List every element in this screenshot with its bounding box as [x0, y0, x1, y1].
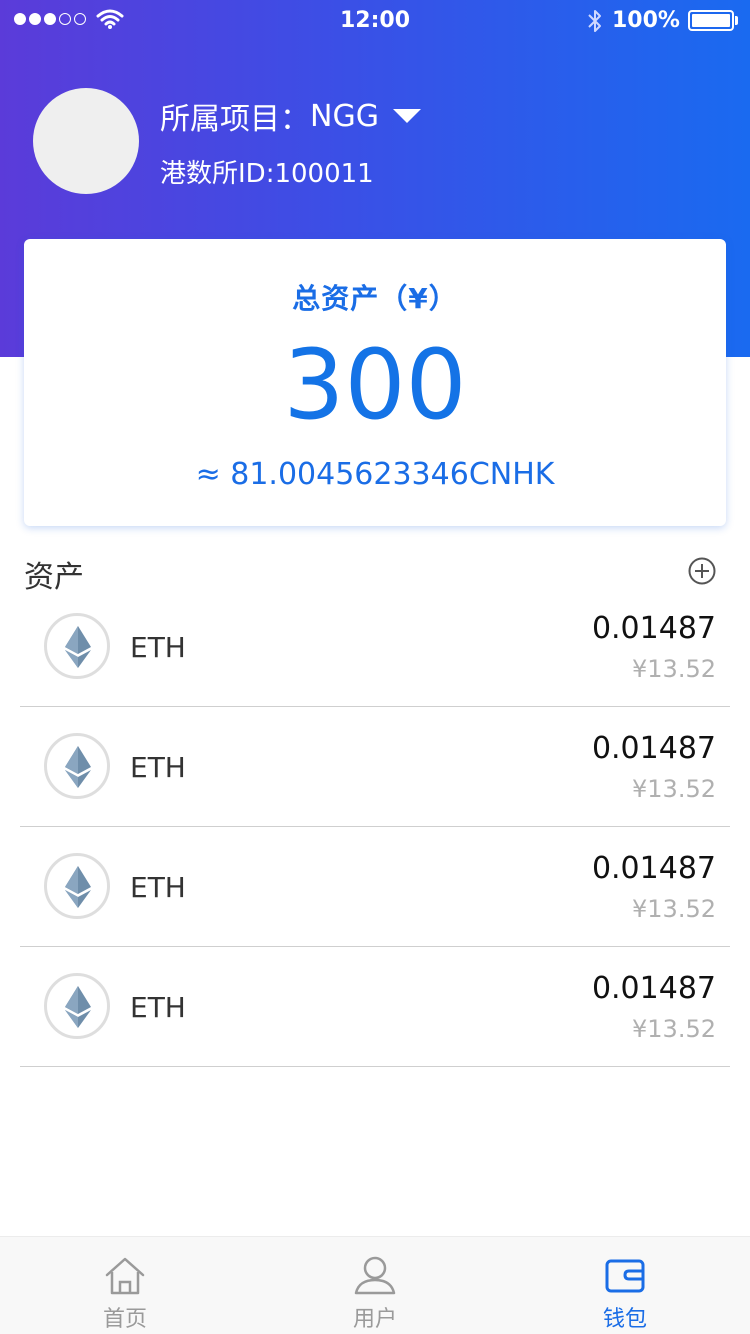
tab-wallet[interactable]: 钱包: [500, 1237, 750, 1334]
eth-coin-icon: [44, 973, 110, 1039]
caret-down-icon: [392, 109, 421, 123]
tab-wallet-label: 钱包: [602, 1307, 647, 1332]
asset-row[interactable]: ETH 0.01487 ¥13.52: [20, 827, 730, 947]
coin-name: ETH: [130, 991, 186, 1024]
total-assets-approx: ≈ 81.0045623346CNHK: [195, 457, 555, 492]
coin-value: ¥13.52: [632, 775, 716, 803]
status-bar: 12:00 100%: [0, 0, 750, 42]
coin-amount: 0.01487: [591, 731, 716, 766]
battery-icon: [688, 10, 734, 31]
tab-user[interactable]: 用户: [250, 1237, 500, 1334]
project-value: NGG: [310, 98, 379, 134]
coin-value: ¥13.52: [632, 895, 716, 923]
home-icon: [105, 1257, 145, 1295]
coin-amount: 0.01487: [591, 851, 716, 886]
project-label: 所属项目：: [160, 102, 310, 137]
total-assets-amount: 300: [283, 329, 467, 441]
coin-name: ETH: [130, 871, 186, 904]
asset-row[interactable]: ETH 0.01487 ¥13.52: [20, 587, 730, 707]
eth-coin-icon: [44, 613, 110, 679]
battery-percent: 100%: [612, 8, 680, 33]
user-icon: [354, 1256, 396, 1295]
eth-coin-icon: [44, 853, 110, 919]
coin-name: ETH: [130, 751, 186, 784]
project-selector[interactable]: 所属项目： NGG: [160, 94, 421, 138]
eth-coin-icon: [44, 733, 110, 799]
asset-row[interactable]: ETH 0.01487 ¥13.52: [20, 947, 730, 1067]
avatar[interactable]: [33, 88, 139, 194]
coin-value: ¥13.52: [632, 655, 716, 683]
coin-amount: 0.01487: [591, 611, 716, 646]
tab-home-label: 首页: [102, 1307, 147, 1332]
exchange-id: 港数所ID:100011: [160, 159, 374, 189]
coin-amount: 0.01487: [591, 971, 716, 1006]
total-assets-card: 总资产（¥） 300 ≈ 81.0045623346CNHK: [24, 239, 726, 526]
tab-user-label: 用户: [352, 1307, 397, 1332]
tab-bar: 首页 用户 钱包: [0, 1236, 750, 1334]
wallet-icon: [605, 1259, 645, 1293]
asset-row[interactable]: ETH 0.01487 ¥13.52: [20, 707, 730, 827]
bluetooth-icon: [588, 10, 601, 32]
add-circle-icon[interactable]: [688, 557, 716, 585]
total-assets-title: 总资产（¥）: [292, 282, 458, 315]
coin-name: ETH: [130, 631, 186, 664]
tab-home[interactable]: 首页: [0, 1237, 250, 1334]
asset-list: ETH 0.01487 ¥13.52 ETH 0.01487 ¥13.52 ET…: [20, 587, 730, 1067]
coin-value: ¥13.52: [632, 1015, 716, 1043]
